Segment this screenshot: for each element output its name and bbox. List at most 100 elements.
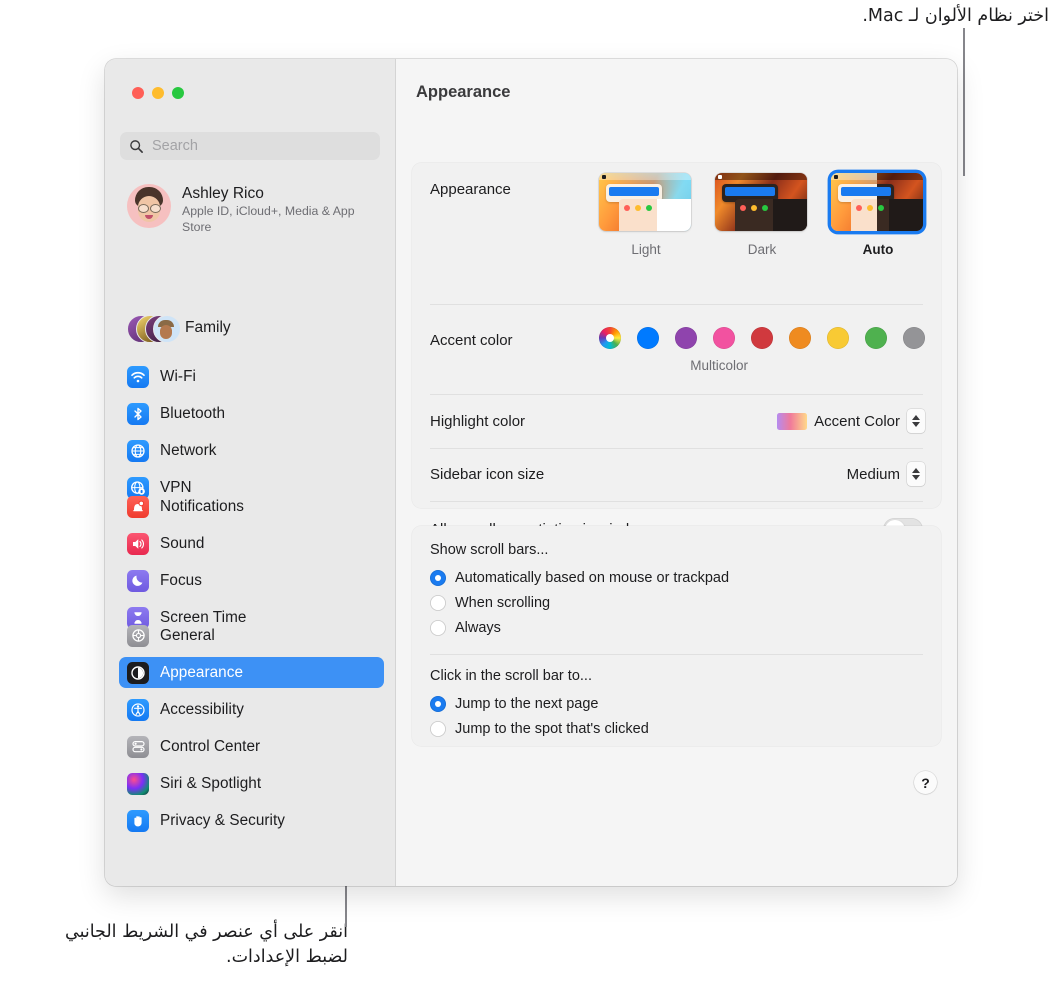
radio-option-always[interactable]: Always bbox=[430, 615, 729, 640]
radio-indicator[interactable] bbox=[430, 569, 446, 586]
theme-caption: Auto bbox=[862, 242, 894, 257]
sidebar-item-accessibility[interactable]: Accessibility bbox=[119, 694, 384, 725]
accent-swatch-yellow[interactable] bbox=[827, 327, 849, 349]
accent-row-label: Accent color bbox=[430, 332, 513, 349]
sidebar-item-focus[interactable]: Focus bbox=[119, 565, 384, 596]
bell-icon bbox=[127, 495, 149, 518]
bluetooth-icon bbox=[127, 402, 149, 425]
highlight-color-chip bbox=[777, 412, 808, 430]
sidebar-item-label: Accessibility bbox=[160, 700, 244, 718]
radio-label: Jump to the spot that's clicked bbox=[455, 720, 649, 737]
accent-swatch-orange[interactable] bbox=[789, 327, 811, 349]
radio-option-jump-next-page[interactable]: Jump to the next page bbox=[430, 691, 649, 716]
search-icon bbox=[129, 139, 144, 154]
accent-swatch-pink[interactable] bbox=[713, 327, 735, 349]
sidebar-icon-size-value: Medium bbox=[846, 465, 900, 483]
accessibility-person-icon bbox=[127, 698, 149, 721]
sidebar-item-label: Family bbox=[185, 319, 231, 336]
sidebar-item-label: General bbox=[160, 626, 215, 644]
sidebar-item-label: Siri & Spotlight bbox=[160, 774, 262, 792]
theme-option-group: Light Dark Auto bbox=[599, 173, 925, 257]
radio-option-when-scrolling[interactable]: When scrolling bbox=[430, 590, 729, 615]
chevron-updown-icon[interactable] bbox=[907, 409, 925, 433]
sidebar-item-family[interactable]: Family bbox=[119, 308, 384, 348]
highlight-color-popup[interactable]: Accent Color bbox=[777, 409, 925, 433]
sidebar-item-label: Network bbox=[160, 441, 217, 459]
scrollclick-group-title: Click in the scroll bar to... bbox=[430, 668, 592, 684]
radio-label: Automatically based on mouse or trackpad bbox=[455, 569, 730, 586]
theme-thumbnail-auto bbox=[831, 173, 923, 231]
sidebar-item-sound[interactable]: Sound bbox=[119, 528, 384, 559]
sidebar-item-wifi[interactable]: Wi-Fi bbox=[119, 361, 384, 392]
sidebar-group-network: Wi-Fi Bluetooth Network VPN bbox=[119, 361, 384, 509]
radio-indicator[interactable] bbox=[430, 720, 446, 737]
accent-swatch-graphite[interactable] bbox=[903, 327, 925, 349]
scrollbars-radio-group: Automatically based on mouse or trackpad… bbox=[430, 565, 729, 640]
scrollclick-radio-group: Jump to the next page Jump to the spot t… bbox=[430, 691, 649, 741]
sidebar-item-network[interactable]: Network bbox=[119, 435, 384, 466]
radio-option-automatic[interactable]: Automatically based on mouse or trackpad bbox=[430, 565, 729, 590]
radio-label: Always bbox=[455, 619, 501, 636]
page-title: Appearance bbox=[416, 83, 511, 101]
gear-icon bbox=[127, 624, 149, 647]
radio-indicator[interactable] bbox=[430, 594, 446, 611]
sidebar-item-control-center[interactable]: Control Center bbox=[119, 731, 384, 762]
avatar bbox=[127, 184, 171, 228]
minimize-button[interactable] bbox=[152, 87, 164, 99]
speaker-icon bbox=[127, 532, 149, 555]
zoom-button[interactable] bbox=[172, 87, 184, 99]
family-avatars-icon bbox=[127, 313, 181, 343]
radio-indicator[interactable] bbox=[430, 619, 446, 636]
appearance-row-label: Appearance bbox=[430, 181, 511, 198]
hand-icon bbox=[127, 809, 149, 832]
theme-caption: Dark bbox=[747, 242, 777, 257]
accent-swatch-green[interactable] bbox=[865, 327, 887, 349]
accent-swatch-purple[interactable] bbox=[675, 327, 697, 349]
annotation-top-text: اختر نظام الألوان لـ Mac. bbox=[862, 6, 1049, 26]
siri-orb-icon bbox=[127, 772, 149, 795]
sidebar-item-appearance[interactable]: Appearance bbox=[119, 657, 384, 688]
sidebar-icon-size-row: Sidebar icon size Medium bbox=[412, 449, 941, 502]
theme-option-auto[interactable]: Auto bbox=[831, 173, 925, 257]
appearance-settings-card: Appearance Light Dark Auto Accent color … bbox=[412, 163, 941, 541]
annotation-bottom-text: انقر على أي عنصر في الشريط الجانبي لضبط … bbox=[64, 922, 348, 968]
control-center-icon bbox=[127, 735, 149, 758]
help-button[interactable]: ? bbox=[914, 771, 937, 794]
radio-option-jump-to-spot[interactable]: Jump to the spot that's clicked bbox=[430, 716, 649, 741]
sidebar-item-label: Notifications bbox=[160, 497, 244, 515]
sidebar-item-general[interactable]: General bbox=[119, 620, 384, 651]
screenshot-root: اختر نظام الألوان لـ Mac. انقر على أي عن… bbox=[0, 0, 1061, 1005]
sidebar-icon-size-popup[interactable]: Medium bbox=[847, 462, 925, 486]
sidebar-item-label: Sound bbox=[160, 534, 205, 552]
leader-line-top bbox=[963, 28, 965, 176]
accent-swatch-blue[interactable] bbox=[637, 327, 659, 349]
sidebar-item-bluetooth[interactable]: Bluetooth bbox=[119, 398, 384, 429]
accent-swatch-group bbox=[599, 327, 925, 349]
account-name: Ashley Rico bbox=[182, 185, 264, 202]
accent-swatch-red[interactable] bbox=[751, 327, 773, 349]
account-subtitle: Apple ID, iCloud+, Media & App Store bbox=[182, 204, 355, 235]
sidebar-item-siri-spotlight[interactable]: Siri & Spotlight bbox=[119, 768, 384, 799]
moon-icon bbox=[127, 569, 149, 592]
highlight-row-label: Highlight color bbox=[430, 413, 526, 430]
theme-option-light[interactable]: Light bbox=[599, 173, 693, 257]
sidebar-item-notifications[interactable]: Notifications bbox=[119, 491, 384, 522]
accent-swatch-multicolor[interactable] bbox=[599, 327, 621, 349]
radio-indicator[interactable] bbox=[430, 695, 446, 712]
sidebar-item-privacy-security[interactable]: Privacy & Security bbox=[119, 805, 384, 836]
sidebar-item-apple-account[interactable]: Ashley Rico Apple ID, iCloud+, Media & A… bbox=[119, 177, 384, 242]
sidebar-item-label: Control Center bbox=[160, 737, 261, 755]
highlight-color-value: Accent Color bbox=[814, 412, 900, 430]
radio-label: Jump to the next page bbox=[455, 695, 599, 712]
close-button[interactable] bbox=[132, 87, 144, 99]
wifi-icon bbox=[127, 365, 149, 388]
theme-option-dark[interactable]: Dark bbox=[715, 173, 809, 257]
sidebar: Search Ashley Rico Apple ID, iCloud+, Me… bbox=[105, 59, 395, 886]
sidebar-item-label: Bluetooth bbox=[160, 404, 226, 422]
sidebar-group-alerts: Notifications Sound Focus Screen Time bbox=[119, 491, 384, 639]
chevron-updown-icon[interactable] bbox=[907, 462, 925, 486]
sidebar-item-label: Privacy & Security bbox=[160, 811, 286, 829]
search-input[interactable]: Search bbox=[120, 132, 380, 160]
theme-thumbnail-light bbox=[599, 173, 691, 231]
search-placeholder: Search bbox=[152, 138, 198, 154]
